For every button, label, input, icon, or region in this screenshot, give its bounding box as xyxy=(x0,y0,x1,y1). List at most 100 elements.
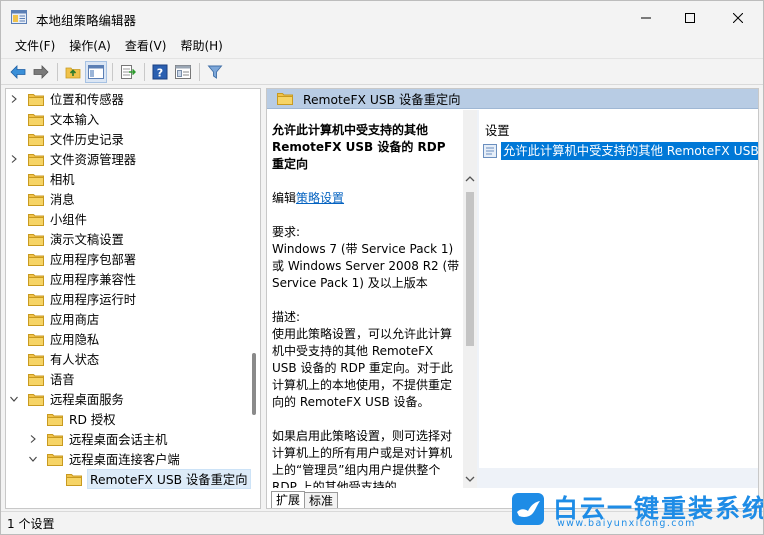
export-list-icon xyxy=(121,64,136,79)
details-body: 允许此计算机中受支持的其他 RemoteFX USB 设备的 RDP 重定向 编… xyxy=(267,110,758,488)
tree-item[interactable]: RemoteFX USB 设备重定向 xyxy=(46,469,251,489)
folder-icon xyxy=(28,393,44,406)
folder-icon xyxy=(28,193,44,206)
tree-item-label: 应用程序兼容性 xyxy=(50,273,137,287)
description-label: 描述: xyxy=(272,310,301,324)
menu-bar: 文件(F) 操作(A) 查看(V) 帮助(H) xyxy=(1,35,763,57)
tree-item-label: 远程桌面会话主机 xyxy=(69,433,168,447)
tree-item-label: 文件资源管理器 xyxy=(50,153,137,167)
tree-item[interactable]: 远程桌面连接客户端 xyxy=(27,449,180,469)
menu-view[interactable]: 查看(V) xyxy=(120,36,172,56)
filter-button[interactable] xyxy=(204,61,226,83)
tree-item-label: RD 授权 xyxy=(69,413,116,427)
tree-item[interactable]: 应用程序运行时 xyxy=(8,289,136,309)
tree-item[interactable]: 语音 xyxy=(8,369,75,389)
chevron-down-icon[interactable] xyxy=(8,389,20,409)
tree-item[interactable]: 应用程序兼容性 xyxy=(8,269,136,289)
status-bar: 1 个设置 xyxy=(1,511,763,534)
menu-action[interactable]: 操作(A) xyxy=(64,36,116,56)
properties-button[interactable] xyxy=(172,61,194,83)
maximize-button[interactable] xyxy=(667,1,713,34)
tree-scrollbar[interactable] xyxy=(250,91,258,505)
tree-item-label: 应用商店 xyxy=(50,313,100,327)
close-button[interactable] xyxy=(715,1,761,34)
settings-list[interactable]: 设置 允许此计算机中受支持的其他 RemoteFX USB 设备 xyxy=(479,110,758,468)
tree-item[interactable]: 文件资源管理器 xyxy=(8,149,136,169)
tree-item[interactable]: 有人状态 xyxy=(8,349,99,369)
maximize-icon xyxy=(685,12,695,23)
toolbar-separator xyxy=(199,62,200,81)
folder-icon xyxy=(28,233,44,246)
policy-setting-icon xyxy=(483,144,497,158)
folder-icon xyxy=(28,93,44,106)
tree-item[interactable]: 位置和传感器 xyxy=(8,89,124,109)
edit-policy-link[interactable]: 策略设置 xyxy=(296,191,344,205)
up-level-button[interactable] xyxy=(62,61,84,83)
tree-item[interactable]: 小组件 xyxy=(8,209,87,229)
tree-item[interactable]: 远程桌面会话主机 xyxy=(27,429,167,449)
minimize-button[interactable] xyxy=(623,1,669,34)
chevron-right-icon[interactable] xyxy=(8,149,20,169)
tab-extended[interactable]: 扩展 xyxy=(271,491,306,508)
tree-item-label: 消息 xyxy=(50,193,75,207)
edit-policy-line: 编辑策略设置 xyxy=(272,190,460,207)
tree-item-label: 应用程序包部署 xyxy=(50,253,137,267)
policy-title: 允许此计算机中受支持的其他 RemoteFX USB 设备的 RDP 重定向 xyxy=(272,123,446,171)
settings-column-header[interactable]: 设置 xyxy=(485,121,510,139)
menu-file[interactable]: 文件(F) xyxy=(10,36,60,56)
policy-tree[interactable]: 位置和传感器 文本输入 文件历史记录 文件资源管理器 相机 消息 小组件 演示文稿设置 应用程序… xyxy=(5,88,261,509)
details-header-title: RemoteFX USB 设备重定向 xyxy=(303,92,461,107)
back-button[interactable] xyxy=(7,61,29,83)
settings-list-item[interactable]: 允许此计算机中受支持的其他 RemoteFX USB 设备 xyxy=(483,141,758,161)
requirements-text: Windows 7 (带 Service Pack 1) 或 Windows S… xyxy=(272,242,460,290)
scroll-down-icon[interactable] xyxy=(465,474,475,484)
chevron-right-icon[interactable] xyxy=(27,429,39,449)
tree-item-label: 有人状态 xyxy=(50,353,100,367)
show-hide-tree-button[interactable] xyxy=(85,60,107,83)
scroll-up-icon[interactable] xyxy=(465,174,475,184)
tree-item[interactable]: 文本输入 xyxy=(8,109,99,129)
settings-item-label[interactable]: 允许此计算机中受支持的其他 RemoteFX USB 设备 xyxy=(501,142,758,160)
title-bar[interactable]: 本地组策略编辑器 xyxy=(1,1,763,34)
folder-icon xyxy=(28,153,44,166)
toolbar: ? xyxy=(1,58,763,85)
folder-icon xyxy=(28,373,44,386)
menu-help[interactable]: 帮助(H) xyxy=(175,36,227,56)
tab-standard[interactable]: 标准 xyxy=(304,492,339,508)
tree-item[interactable]: 应用商店 xyxy=(8,309,99,329)
back-arrow-icon xyxy=(10,64,26,79)
tree-item[interactable]: RD 授权 xyxy=(27,409,116,429)
window-title: 本地组策略编辑器 xyxy=(36,13,137,28)
description-text: 使用此策略设置，可以允许此计算机中受支持的其他 RemoteFX USB 设备的… xyxy=(272,327,453,409)
tree-item-label: RemoteFX USB 设备重定向 xyxy=(87,469,251,489)
tree-item-label: 文件历史记录 xyxy=(50,133,124,147)
tree-item[interactable]: 应用隐私 xyxy=(8,329,99,349)
folder-icon xyxy=(28,333,44,346)
tree-item[interactable]: 文件历史记录 xyxy=(8,129,124,149)
folder-icon xyxy=(47,413,63,426)
export-list-button[interactable] xyxy=(117,61,139,83)
tree-item[interactable]: 消息 xyxy=(8,189,75,209)
tree-item[interactable]: 远程桌面服务 xyxy=(8,389,124,409)
svg-text:?: ? xyxy=(157,66,163,79)
description-text-more: 如果启用此策略设置，则可选择对计算机上的所有用户或是对计算机上的“管理员”组内用… xyxy=(272,429,453,488)
toolbar-separator xyxy=(57,62,58,81)
chevron-down-icon[interactable] xyxy=(27,449,39,469)
forward-button[interactable] xyxy=(30,61,52,83)
tree-scroll-thumb[interactable] xyxy=(252,353,256,415)
help-button[interactable]: ? xyxy=(149,61,171,83)
tree-item[interactable]: 应用程序包部署 xyxy=(8,249,136,269)
folder-icon xyxy=(66,473,82,486)
description-scroll-thumb[interactable] xyxy=(466,192,474,346)
show-hide-tree-icon xyxy=(88,64,104,79)
description-scrollbar[interactable] xyxy=(463,110,477,488)
tree-item[interactable]: 相机 xyxy=(8,169,75,189)
tree-item[interactable]: 演示文稿设置 xyxy=(8,229,124,249)
chevron-right-icon[interactable] xyxy=(8,89,20,109)
